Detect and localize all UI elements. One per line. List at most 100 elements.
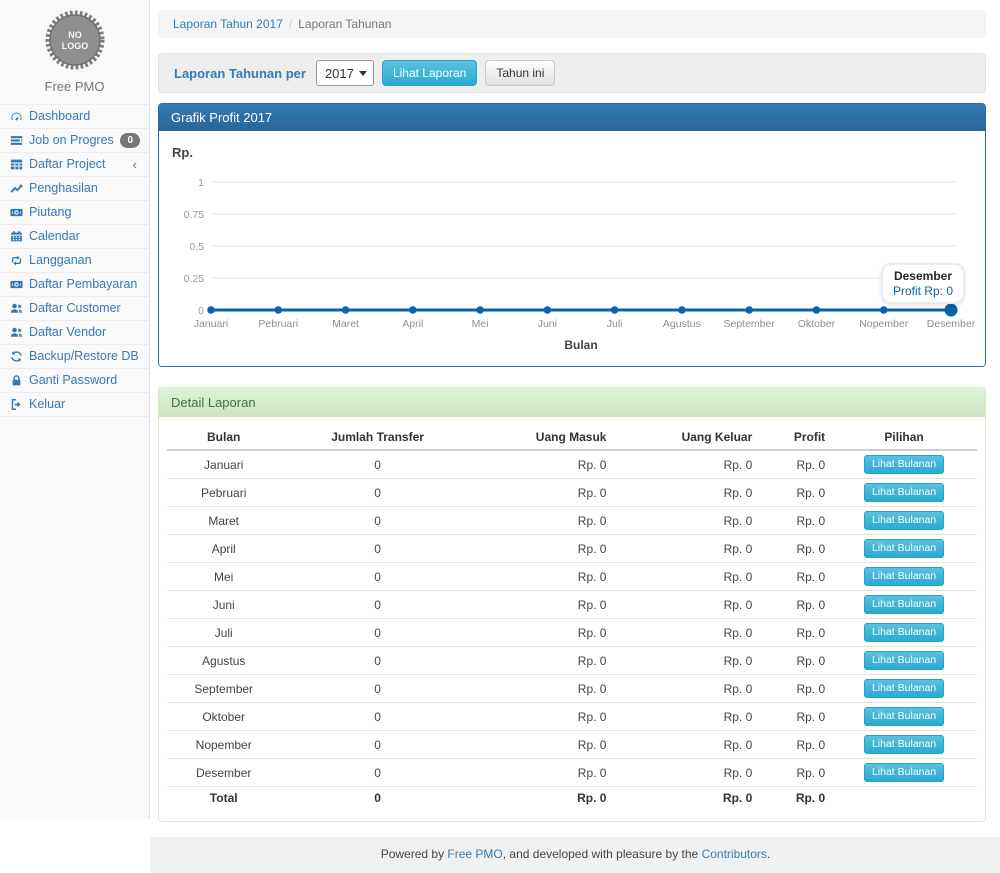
col-profit: Profit — [758, 425, 831, 450]
sidebar-item-daftar-vendor[interactable]: Daftar Vendor — [0, 321, 149, 344]
cell-uang-keluar: Rp. 0 — [612, 731, 758, 759]
lihat-bulanan-button[interactable]: Lihat Bulanan — [864, 735, 944, 754]
sidebar-list-item: Langganan — [0, 249, 149, 273]
lihat-bulanan-button[interactable]: Lihat Bulanan — [864, 567, 944, 586]
tooltip-value: Profit Rp: 0 — [893, 284, 953, 298]
col-uang-keluar: Uang Keluar — [612, 425, 758, 450]
table-row: September0Rp. 0Rp. 0Rp. 0Lihat Bulanan — [167, 675, 977, 703]
sidebar-item-calendar[interactable]: Calendar — [0, 225, 149, 248]
cell-pilihan: Lihat Bulanan — [831, 647, 977, 675]
lihat-bulanan-button[interactable]: Lihat Bulanan — [864, 511, 944, 530]
sidebar-item-label: Keluar — [29, 397, 140, 412]
year-select[interactable]: 2017 — [316, 60, 374, 86]
cell-jumlah-transfer: 0 — [280, 563, 474, 591]
sidebar-item-keluar[interactable]: Keluar — [0, 393, 149, 416]
sidebar-item-dashboard[interactable]: Dashboard — [0, 105, 149, 128]
cell-pilihan: Lihat Bulanan — [831, 591, 977, 619]
sidebar-item-penghasilan[interactable]: Penghasilan — [0, 177, 149, 200]
svg-text:NO: NO — [68, 30, 82, 40]
cell-profit: Rp. 0 — [758, 535, 831, 563]
cell-pilihan: Lihat Bulanan — [831, 759, 977, 787]
profit-line-chart[interactable]: Rp.00.250.50.751JanuariPebruariMaretApri… — [167, 139, 977, 358]
no-logo-badge: NO LOGO — [43, 8, 107, 72]
cell-uang-masuk: Rp. 0 — [475, 563, 613, 591]
cell-profit: Rp. 0 — [758, 507, 831, 535]
refresh-icon — [9, 350, 23, 364]
cell-jumlah-transfer: 0 — [280, 507, 474, 535]
table-header-row: Bulan Jumlah Transfer Uang Masuk Uang Ke… — [167, 425, 977, 450]
sidebar-item-ganti-password[interactable]: Ganti Password — [0, 369, 149, 392]
footer-freepmo-link[interactable]: Free PMO — [447, 847, 502, 861]
main-content: Laporan Tahun 2017/Laporan Tahunan Lapor… — [150, 0, 1000, 819]
tooltip-month: Desember — [893, 269, 953, 283]
svg-text:Oktober: Oktober — [798, 318, 836, 330]
lihat-bulanan-button[interactable]: Lihat Bulanan — [864, 539, 944, 558]
cell-bulan: Juni — [167, 591, 280, 619]
sidebar-item-langganan[interactable]: Langganan — [0, 249, 149, 272]
footer-contributors-link[interactable]: Contributors — [702, 847, 767, 861]
sidebar-list-item: Penghasilan — [0, 177, 149, 201]
cell-uang-keluar: Rp. 0 — [612, 450, 758, 479]
total-cell-profit: Rp. 0 — [758, 787, 831, 810]
cell-pilihan: Lihat Bulanan — [831, 479, 977, 507]
lock-icon — [9, 374, 23, 388]
line-chart-icon — [9, 182, 23, 196]
svg-text:September: September — [723, 318, 775, 330]
sidebar-item-daftar-pembayaran[interactable]: Daftar Pembayaran — [0, 273, 149, 296]
lihat-bulanan-button[interactable]: Lihat Bulanan — [864, 679, 944, 698]
footer-text-suffix: . — [767, 847, 770, 861]
col-uang-masuk: Uang Masuk — [475, 425, 613, 450]
total-cell-jumlah-transfer: 0 — [280, 787, 474, 810]
sidebar-item-backup-restore-db[interactable]: Backup/Restore DB — [0, 345, 149, 368]
cell-pilihan: Lihat Bulanan — [831, 703, 977, 731]
svg-text:Maret: Maret — [332, 318, 359, 330]
lihat-bulanan-button[interactable]: Lihat Bulanan — [864, 455, 944, 474]
sign-out-icon — [9, 398, 23, 412]
sidebar-item-job-on-progress[interactable]: Job on Progress0 — [0, 129, 149, 152]
sidebar-item-daftar-customer[interactable]: Daftar Customer — [0, 297, 149, 320]
cell-uang-masuk: Rp. 0 — [475, 759, 613, 787]
cell-uang-keluar: Rp. 0 — [612, 647, 758, 675]
cell-bulan: Pebruari — [167, 479, 280, 507]
cell-profit: Rp. 0 — [758, 759, 831, 787]
table-row: Mei0Rp. 0Rp. 0Rp. 0Lihat Bulanan — [167, 563, 977, 591]
year-select-wrap: 2017 — [316, 60, 374, 86]
svg-text:Juli: Juli — [607, 318, 623, 330]
lihat-bulanan-button[interactable]: Lihat Bulanan — [864, 483, 944, 502]
table-row: April0Rp. 0Rp. 0Rp. 0Lihat Bulanan — [167, 535, 977, 563]
cell-jumlah-transfer: 0 — [280, 450, 474, 479]
lihat-bulanan-button[interactable]: Lihat Bulanan — [864, 707, 944, 726]
cell-uang-masuk: Rp. 0 — [475, 591, 613, 619]
profit-chart-panel: Grafik Profit 2017 Rp.00.250.50.751Janua… — [158, 103, 986, 367]
table-row: Maret0Rp. 0Rp. 0Rp. 0Lihat Bulanan — [167, 507, 977, 535]
cell-bulan: Nopember — [167, 731, 280, 759]
svg-text:Rp.: Rp. — [172, 145, 193, 160]
logo-block: NO LOGO Free PMO — [0, 0, 149, 104]
lihat-bulanan-button[interactable]: Lihat Bulanan — [864, 651, 944, 670]
table-row: Agustus0Rp. 0Rp. 0Rp. 0Lihat Bulanan — [167, 647, 977, 675]
breadcrumb-current: Laporan Tahunan — [298, 17, 391, 31]
table-row: Nopember0Rp. 0Rp. 0Rp. 0Lihat Bulanan — [167, 731, 977, 759]
chart-tooltip: Desember Profit Rp: 0 — [881, 263, 965, 304]
cell-uang-masuk: Rp. 0 — [475, 647, 613, 675]
svg-text:Pebruari: Pebruari — [258, 318, 298, 330]
sidebar-list-item: Keluar — [0, 393, 149, 417]
lihat-laporan-button[interactable]: Lihat Laporan — [382, 60, 477, 86]
chart-body: Rp.00.250.50.751JanuariPebruariMaretApri… — [159, 131, 985, 366]
sidebar-item-label: Calendar — [29, 229, 140, 244]
sidebar-item-piutang[interactable]: Piutang — [0, 201, 149, 224]
cell-bulan: Desember — [167, 759, 280, 787]
sidebar-list-item: Ganti Password — [0, 369, 149, 393]
cell-pilihan: Lihat Bulanan — [831, 535, 977, 563]
retweet-icon — [9, 254, 23, 268]
col-pilihan: Pilihan — [831, 425, 977, 450]
lihat-bulanan-button[interactable]: Lihat Bulanan — [864, 623, 944, 642]
footer-text-middle: , and developed with pleasure by the — [503, 847, 702, 861]
breadcrumb-link-laporan-tahun[interactable]: Laporan Tahun 2017 — [173, 17, 283, 31]
cell-pilihan: Lihat Bulanan — [831, 619, 977, 647]
sidebar-item-daftar-project[interactable]: Daftar Project‹ — [0, 153, 149, 176]
tahun-ini-button[interactable]: Tahun ini — [485, 60, 555, 86]
lihat-bulanan-button[interactable]: Lihat Bulanan — [864, 595, 944, 614]
cell-bulan: Maret — [167, 507, 280, 535]
lihat-bulanan-button[interactable]: Lihat Bulanan — [864, 763, 944, 782]
